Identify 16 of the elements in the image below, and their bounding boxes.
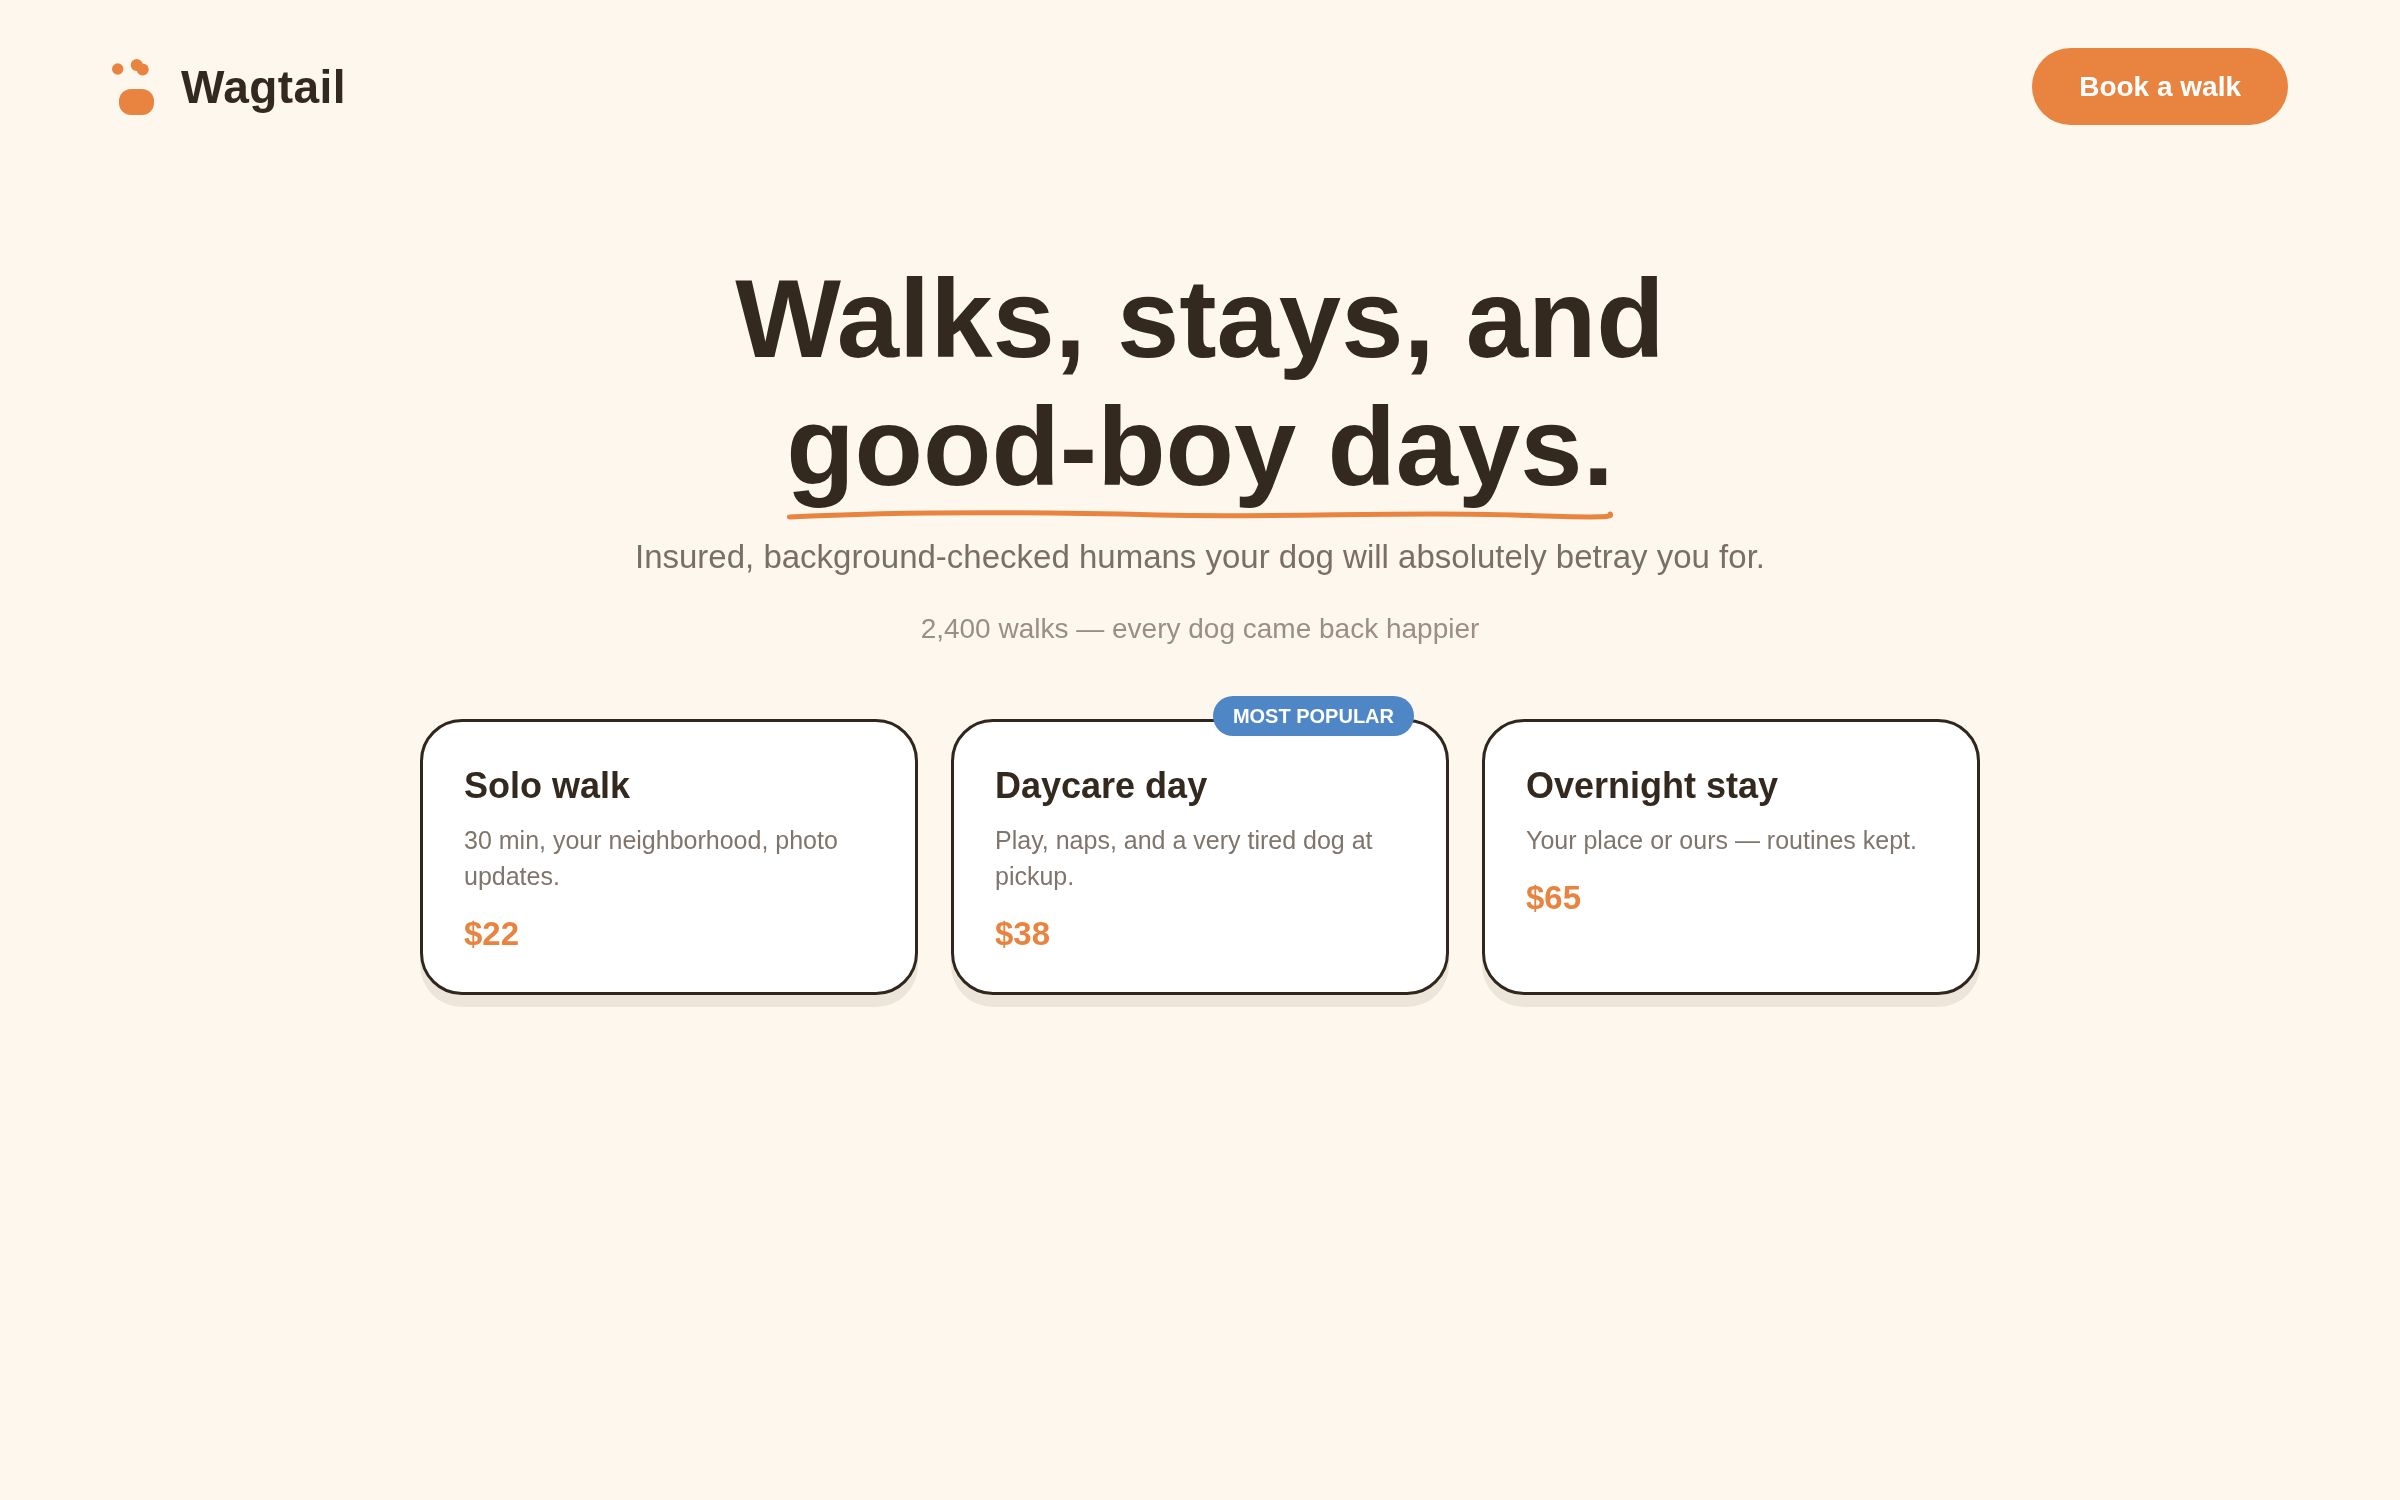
book-walk-button[interactable]: Book a walk — [2032, 48, 2288, 125]
service-title: Overnight stay — [1526, 764, 1780, 808]
service-price: $22 — [464, 914, 521, 954]
popular-badge: MOST POPULAR — [1212, 696, 1414, 736]
service-title: Daycare day — [995, 764, 1209, 808]
service-price: $65 — [1526, 878, 1583, 918]
paw-icon — [112, 58, 154, 115]
headline-line: good-boy days. — [786, 383, 1614, 511]
subtitle: Insured, background-checked humans your dog will absolutely betray you for. — [635, 537, 1765, 577]
headline-line: Walks, stays, and — [735, 255, 1665, 383]
service-description: 30 min, your neighborhood, photo updates. — [464, 825, 839, 892]
service-description: Your place or ours — routines kept. — [1526, 825, 1918, 856]
stat-line: 2,400 walks — every dog came back happier — [920, 612, 1480, 646]
service-description: Play, naps, and a very tired dog at pickup. — [995, 825, 1374, 892]
service-title: Solo walk — [464, 764, 632, 808]
service-price: $38 — [995, 914, 1052, 954]
